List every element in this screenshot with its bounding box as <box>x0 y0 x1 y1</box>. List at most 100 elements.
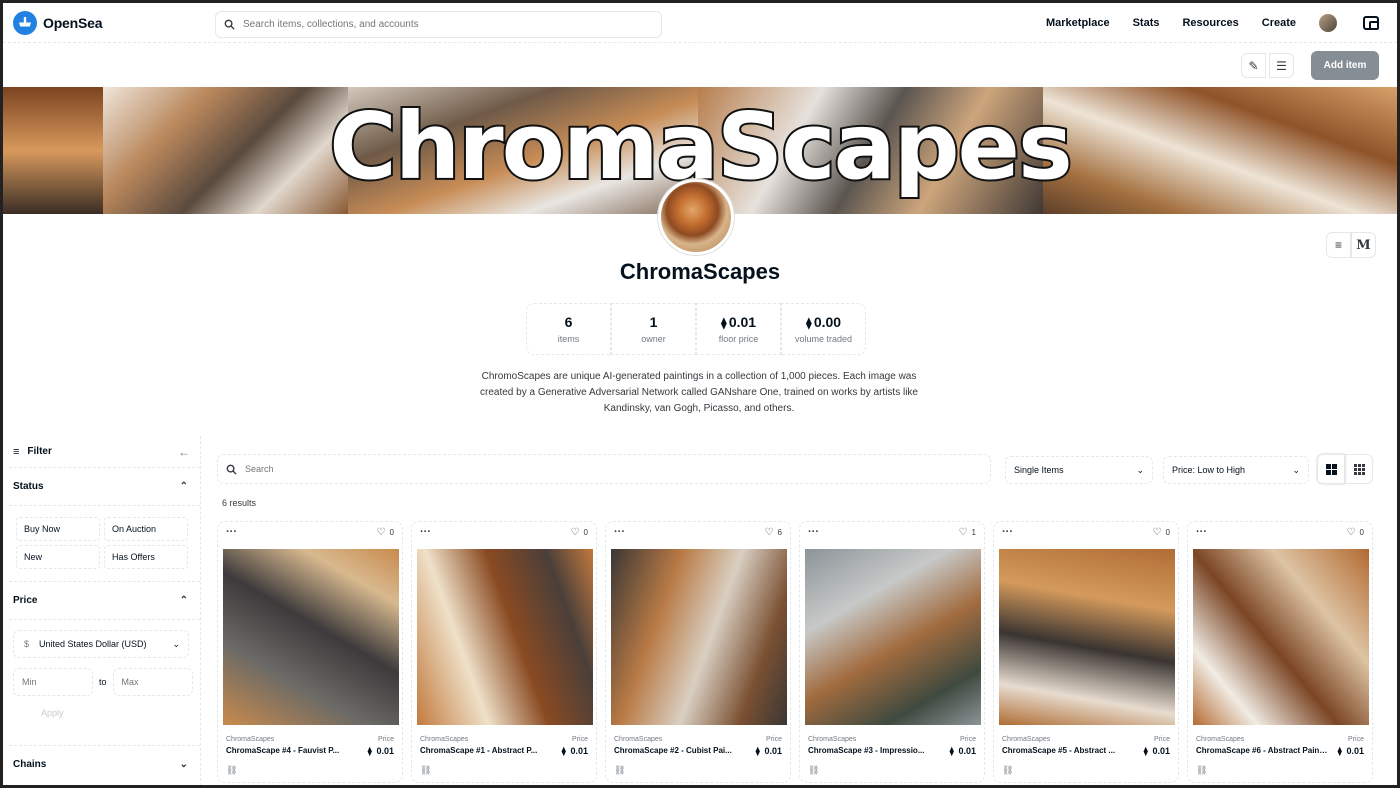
filter-header[interactable]: ≡ Filter ← <box>9 436 200 468</box>
eth-icon: ⧫ <box>1143 747 1148 757</box>
edit-collection-button[interactable]: ✎ <box>1241 53 1266 78</box>
item-image[interactable] <box>999 549 1175 725</box>
small-grid-button[interactable] <box>1345 454 1373 484</box>
stat-items[interactable]: 6 items <box>526 303 611 355</box>
currency-select[interactable]: $ United States Dollar (USD) ⌄ <box>13 630 189 658</box>
currency-value: United States Dollar (USD) <box>39 639 147 649</box>
favorite-count: 6 <box>777 528 782 537</box>
item-image[interactable] <box>223 549 399 725</box>
nav-create[interactable]: Create <box>1262 17 1296 29</box>
eth-icon: ⧫ <box>755 747 760 757</box>
link-icon[interactable]: ⛓ <box>420 765 431 776</box>
item-grid: ··· ♡ 0 ChromaScapes ChromaScape #4 - Fauvis… <box>217 521 1381 783</box>
favorite-count: 0 <box>583 528 588 537</box>
item-card[interactable]: ··· ♡ 0 ChromaScapes ChromaScape #5 - Abstra… <box>993 521 1179 783</box>
item-price-value: 0.01 <box>764 746 782 756</box>
favorite-button[interactable]: ♡ 0 <box>1347 527 1364 538</box>
stat-owner[interactable]: 1 owner <box>611 303 696 355</box>
opensea-logo[interactable]: OpenSea <box>13 10 103 35</box>
favorite-button[interactable]: ♡ 0 <box>571 527 588 538</box>
chevron-down-icon: ⌄ <box>1136 464 1144 475</box>
nav-resources[interactable]: Resources <box>1182 17 1238 29</box>
chains-section-header[interactable]: Chains ⌄ <box>9 745 200 783</box>
status-label: Status <box>13 481 44 492</box>
more-options-icon[interactable]: ··· <box>1002 526 1013 538</box>
item-title: ChromaScape #5 - Abstract ... <box>1002 746 1116 755</box>
status-section-header[interactable]: Status ⌃ <box>9 468 200 506</box>
dollar-icon: $ <box>24 639 30 649</box>
list-view-button[interactable]: ☰ <box>1269 53 1294 78</box>
collapse-arrow-icon[interactable]: ← <box>178 445 190 459</box>
item-card[interactable]: ··· ♡ 1 ChromaScapes ChromaScape #3 - Impres… <box>799 521 985 783</box>
item-card[interactable]: ··· ♡ 0 ChromaScapes ChromaScape #1 - Abstra… <box>411 521 597 783</box>
stat-label: volume traded <box>794 334 853 344</box>
global-search-input[interactable] <box>243 19 643 30</box>
stat-floor-price[interactable]: ⧫ 0.01 floor price <box>696 303 781 355</box>
eth-icon: ⧫ <box>367 747 372 757</box>
sort-select[interactable]: Price: Low to High ⌄ <box>1163 456 1309 484</box>
link-icon[interactable]: ⛓ <box>1196 765 1207 776</box>
nav-stats[interactable]: Stats <box>1133 17 1160 29</box>
favorite-button[interactable]: ♡ 0 <box>377 527 394 538</box>
item-collection: ChromaScapes <box>1002 736 1051 743</box>
link-icon[interactable]: ⛓ <box>614 765 625 776</box>
items-search-input[interactable] <box>245 464 362 474</box>
search-icon <box>224 19 235 30</box>
min-price-input[interactable] <box>13 668 93 696</box>
stat-value: 1 <box>650 314 658 330</box>
profile-avatar[interactable] <box>1319 14 1337 32</box>
nav-marketplace[interactable]: Marketplace <box>1046 17 1110 29</box>
more-options-icon[interactable]: ··· <box>420 526 431 538</box>
item-price: ⧫ 0.01 <box>950 746 977 757</box>
more-options-icon[interactable]: ··· <box>1196 526 1207 538</box>
stat-volume-traded[interactable]: ⧫ 0.00 volume traded <box>781 303 866 355</box>
status-new[interactable]: New <box>16 545 100 569</box>
link-icon[interactable]: ⛓ <box>226 765 237 776</box>
price-filter: $ United States Dollar (USD) ⌄ to Apply <box>9 620 200 721</box>
item-image[interactable] <box>805 549 981 725</box>
apply-button[interactable]: Apply <box>41 708 64 718</box>
item-card[interactable]: ··· ♡ 6 ChromaScapes ChromaScape #2 - Cubist… <box>605 521 791 783</box>
global-search[interactable] <box>215 11 662 38</box>
medium-icon[interactable]: M <box>1351 232 1376 258</box>
chevron-up-icon: ⌃ <box>179 595 188 606</box>
price-section-header[interactable]: Price ⌃ <box>9 582 200 620</box>
max-price-input[interactable] <box>112 668 193 696</box>
favorite-button[interactable]: ♡ 6 <box>765 527 782 538</box>
stat-label: owner <box>641 334 666 344</box>
etherscan-icon[interactable]: ≡ <box>1326 232 1351 258</box>
link-icon[interactable]: ⛓ <box>808 765 819 776</box>
status-on-auction[interactable]: On Auction <box>104 517 188 541</box>
item-image[interactable] <box>611 549 787 725</box>
more-options-icon[interactable]: ··· <box>808 526 819 538</box>
price-label: Price <box>960 736 976 743</box>
item-image[interactable] <box>417 549 593 725</box>
favorite-count: 1 <box>971 528 976 537</box>
stat-number: 1 <box>649 314 658 330</box>
status-has-offers[interactable]: Has Offers <box>104 545 188 569</box>
eth-icon: ⧫ <box>561 747 566 757</box>
status-buy-now[interactable]: Buy Now <box>16 517 100 541</box>
status-options: Buy Now On Auction New Has Offers <box>9 506 200 582</box>
filter-icon: ≡ <box>13 445 20 458</box>
wallet-icon[interactable] <box>1363 16 1379 30</box>
results-count: 6 results <box>222 498 257 508</box>
more-options-icon[interactable]: ··· <box>614 526 625 538</box>
items-search[interactable] <box>217 454 991 484</box>
view-toggle <box>1317 454 1373 484</box>
item-price: ⧫ 0.01 <box>756 746 783 757</box>
stat-value: ⧫ 0.00 <box>806 314 841 330</box>
item-image[interactable] <box>1193 549 1369 725</box>
item-card[interactable]: ··· ♡ 0 ChromaScapes ChromaScape #4 - Fauvis… <box>217 521 403 783</box>
eth-icon: ⧫ <box>1337 747 1342 757</box>
brand-name: OpenSea <box>43 14 103 31</box>
more-options-icon[interactable]: ··· <box>226 526 237 538</box>
item-type-select[interactable]: Single Items ⌄ <box>1005 456 1153 484</box>
favorite-button[interactable]: ♡ 0 <box>1153 527 1170 538</box>
large-grid-button[interactable] <box>1317 454 1345 484</box>
stat-number: 6 <box>564 314 573 330</box>
link-icon[interactable]: ⛓ <box>1002 765 1013 776</box>
favorite-button[interactable]: ♡ 1 <box>959 527 976 538</box>
item-card[interactable]: ··· ♡ 0 ChromaScapes ChromaScape #6 - Abstra… <box>1187 521 1373 783</box>
add-item-button[interactable]: Add item <box>1311 51 1379 80</box>
